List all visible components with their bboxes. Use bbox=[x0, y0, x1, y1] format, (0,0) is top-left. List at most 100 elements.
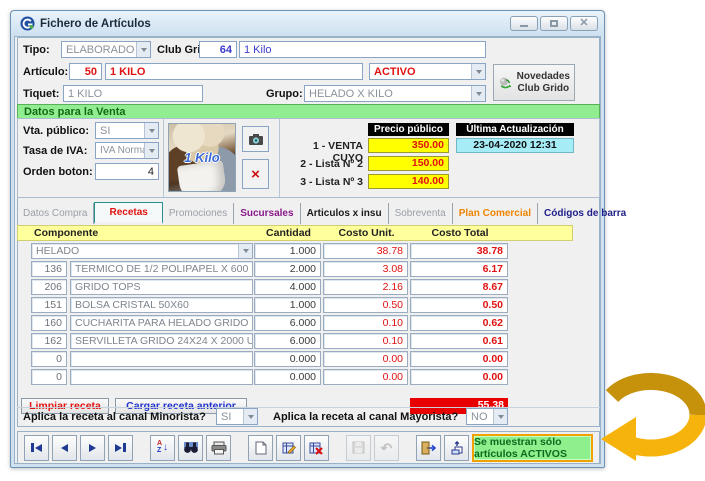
articulo-name-field[interactable]: 1 KILO bbox=[105, 63, 363, 80]
qty-cell[interactable]: 1.000 bbox=[254, 297, 321, 313]
tab-sucursales[interactable]: Sucursales bbox=[234, 203, 300, 224]
chevron-down-icon bbox=[136, 42, 150, 57]
total-cost-cell: 6.17 bbox=[410, 261, 508, 277]
articulo-code-field[interactable]: 50 bbox=[69, 63, 102, 80]
name-cell[interactable]: TERMICO DE 1/2 POLIPAPEL X 600 UNID. bbox=[70, 261, 253, 277]
article-photo: 1 Kilo bbox=[168, 123, 236, 192]
tab-plan-comercial[interactable]: Plan Comercial bbox=[453, 203, 538, 224]
exit-button[interactable] bbox=[416, 435, 441, 461]
tab-articulos-x-insu[interactable]: Articulos x insu bbox=[301, 203, 389, 224]
qty-cell[interactable]: 0.000 bbox=[254, 351, 321, 367]
total-cost-cell: 0.00 bbox=[410, 369, 508, 385]
unit-cost-cell: 0.00 bbox=[323, 369, 408, 385]
name-cell[interactable]: CUCHARITA PARA HELADO GRIDO bbox=[70, 315, 253, 331]
orden-boton-field[interactable]: 4 bbox=[95, 163, 159, 180]
mayorista-select[interactable]: NO bbox=[466, 408, 508, 425]
delete-record-button[interactable] bbox=[304, 435, 329, 461]
print-button[interactable] bbox=[206, 435, 231, 461]
close-button[interactable]: ✕ bbox=[570, 16, 598, 31]
novedades-icon bbox=[498, 72, 513, 94]
first-record-button[interactable] bbox=[24, 435, 49, 461]
grupo-select[interactable]: HELADO X KILO bbox=[304, 85, 486, 102]
tiquet-label: Tiquet: bbox=[23, 88, 59, 100]
vta-publico-select[interactable]: SI bbox=[95, 122, 159, 139]
total-cost-cell: 0.61 bbox=[410, 333, 508, 349]
grupo-label: Grupo: bbox=[266, 88, 303, 100]
novedades-label-line1: Novedades bbox=[517, 71, 570, 83]
price-row-label: 2 - Lista Nº 2 bbox=[283, 158, 363, 170]
tipo-select[interactable]: ELABORADO bbox=[61, 41, 151, 58]
qty-cell[interactable]: 6.000 bbox=[254, 315, 321, 331]
next-record-button[interactable] bbox=[80, 435, 105, 461]
estado-select[interactable]: ACTIVO bbox=[369, 63, 486, 80]
total-cost-cell: 8.67 bbox=[410, 279, 508, 295]
code-cell[interactable]: 162 bbox=[31, 333, 67, 349]
novedades-label-line2: Club Grido bbox=[517, 83, 570, 95]
venta-section-header: Datos para la Venta bbox=[17, 104, 600, 119]
undo-icon: ↶ bbox=[381, 441, 393, 455]
qty-cell[interactable]: 4.000 bbox=[254, 279, 321, 295]
minimize-button[interactable] bbox=[510, 16, 538, 31]
printer-icon bbox=[211, 441, 227, 455]
code-cell[interactable]: 206 bbox=[31, 279, 67, 295]
last-record-button[interactable] bbox=[108, 435, 133, 461]
qty-cell[interactable]: 0.000 bbox=[254, 369, 321, 385]
recipe-row: HELADO 1.000 38.78 38.78 bbox=[17, 243, 600, 259]
chevron-down-icon bbox=[493, 409, 507, 424]
code-cell[interactable]: 0 bbox=[31, 351, 67, 367]
tab-datos-compra[interactable]: Datos Compra bbox=[17, 203, 94, 224]
copy-article-button[interactable] bbox=[444, 435, 469, 461]
name-cell[interactable]: SERVILLETA GRIDO 24X24 X 2000 UNID bbox=[70, 333, 253, 349]
code-cell[interactable]: 151 bbox=[31, 297, 67, 313]
previous-record-button[interactable] bbox=[52, 435, 77, 461]
edit-record-button[interactable] bbox=[276, 435, 301, 461]
precio-publico-header: Precio público bbox=[368, 123, 449, 136]
name-cell[interactable]: GRIDO TOPS bbox=[70, 279, 253, 295]
photo-delete-button[interactable]: × bbox=[242, 159, 269, 189]
price-venta-cuyo[interactable]: 350.00 bbox=[368, 138, 449, 153]
camera-icon bbox=[248, 133, 264, 146]
price-lista-2[interactable]: 150.00 bbox=[368, 156, 449, 171]
code-cell[interactable]: 160 bbox=[31, 315, 67, 331]
fichero-articulos-window: Fichero de Artículos ✕ Tipo: ELABORADO C… bbox=[10, 10, 605, 468]
col-costo-unit: Costo Unit. bbox=[324, 227, 409, 239]
tiquet-field[interactable]: 1 KILO bbox=[63, 85, 203, 102]
recipe-row: 206 GRIDO TOPS 4.000 2.16 8.67 bbox=[17, 279, 600, 295]
tasa-iva-select[interactable]: IVA Normal bbox=[95, 142, 159, 159]
chevron-down-icon bbox=[238, 244, 252, 258]
price-lista-3[interactable]: 140.00 bbox=[368, 174, 449, 189]
maximize-button[interactable] bbox=[540, 16, 568, 31]
club-grido-name-field[interactable]: 1 Kilo bbox=[239, 41, 486, 58]
new-record-button[interactable] bbox=[248, 435, 273, 461]
qty-cell[interactable]: 1.000 bbox=[254, 243, 321, 259]
undo-button[interactable]: ↶ bbox=[374, 435, 399, 461]
tab-promociones[interactable]: Promociones bbox=[163, 203, 234, 224]
qty-cell[interactable]: 6.000 bbox=[254, 333, 321, 349]
save-disk-icon bbox=[352, 441, 365, 454]
club-grido-code-field[interactable]: 64 bbox=[199, 41, 237, 58]
photo-upload-button[interactable] bbox=[242, 126, 269, 152]
tab-codigos-de-barra[interactable]: Códigos de barra bbox=[538, 203, 632, 224]
unit-cost-cell: 38.78 bbox=[323, 243, 408, 259]
sort-button[interactable]: AZ↓ bbox=[150, 435, 175, 461]
tab-sobreventa[interactable]: Sobreventa bbox=[389, 203, 453, 224]
chevron-down-icon bbox=[144, 143, 158, 158]
photo-caption: 1 Kilo bbox=[169, 150, 235, 165]
tab-recetas[interactable]: Recetas bbox=[94, 202, 162, 224]
recipe-row: 136 TERMICO DE 1/2 POLIPAPEL X 600 UNID.… bbox=[17, 261, 600, 277]
name-cell[interactable] bbox=[70, 369, 253, 385]
col-costo-total: Costo Total bbox=[411, 227, 509, 239]
divider bbox=[279, 119, 280, 197]
name-cell[interactable]: BOLSA CRISTAL 50X60 bbox=[70, 297, 253, 313]
code-cell[interactable]: 136 bbox=[31, 261, 67, 277]
minorista-select[interactable]: SI bbox=[216, 408, 258, 425]
component-select[interactable]: HELADO bbox=[31, 243, 253, 259]
qty-cell[interactable]: 2.000 bbox=[254, 261, 321, 277]
name-cell[interactable] bbox=[70, 351, 253, 367]
search-button[interactable] bbox=[178, 435, 203, 461]
novedades-club-grido-button[interactable]: Novedades Club Grido bbox=[493, 64, 575, 101]
code-cell[interactable]: 0 bbox=[31, 369, 67, 385]
price-row-label: 3 - Lista Nº 3 bbox=[283, 176, 363, 188]
titlebar[interactable]: Fichero de Artículos ✕ bbox=[11, 11, 604, 36]
save-button[interactable] bbox=[346, 435, 371, 461]
